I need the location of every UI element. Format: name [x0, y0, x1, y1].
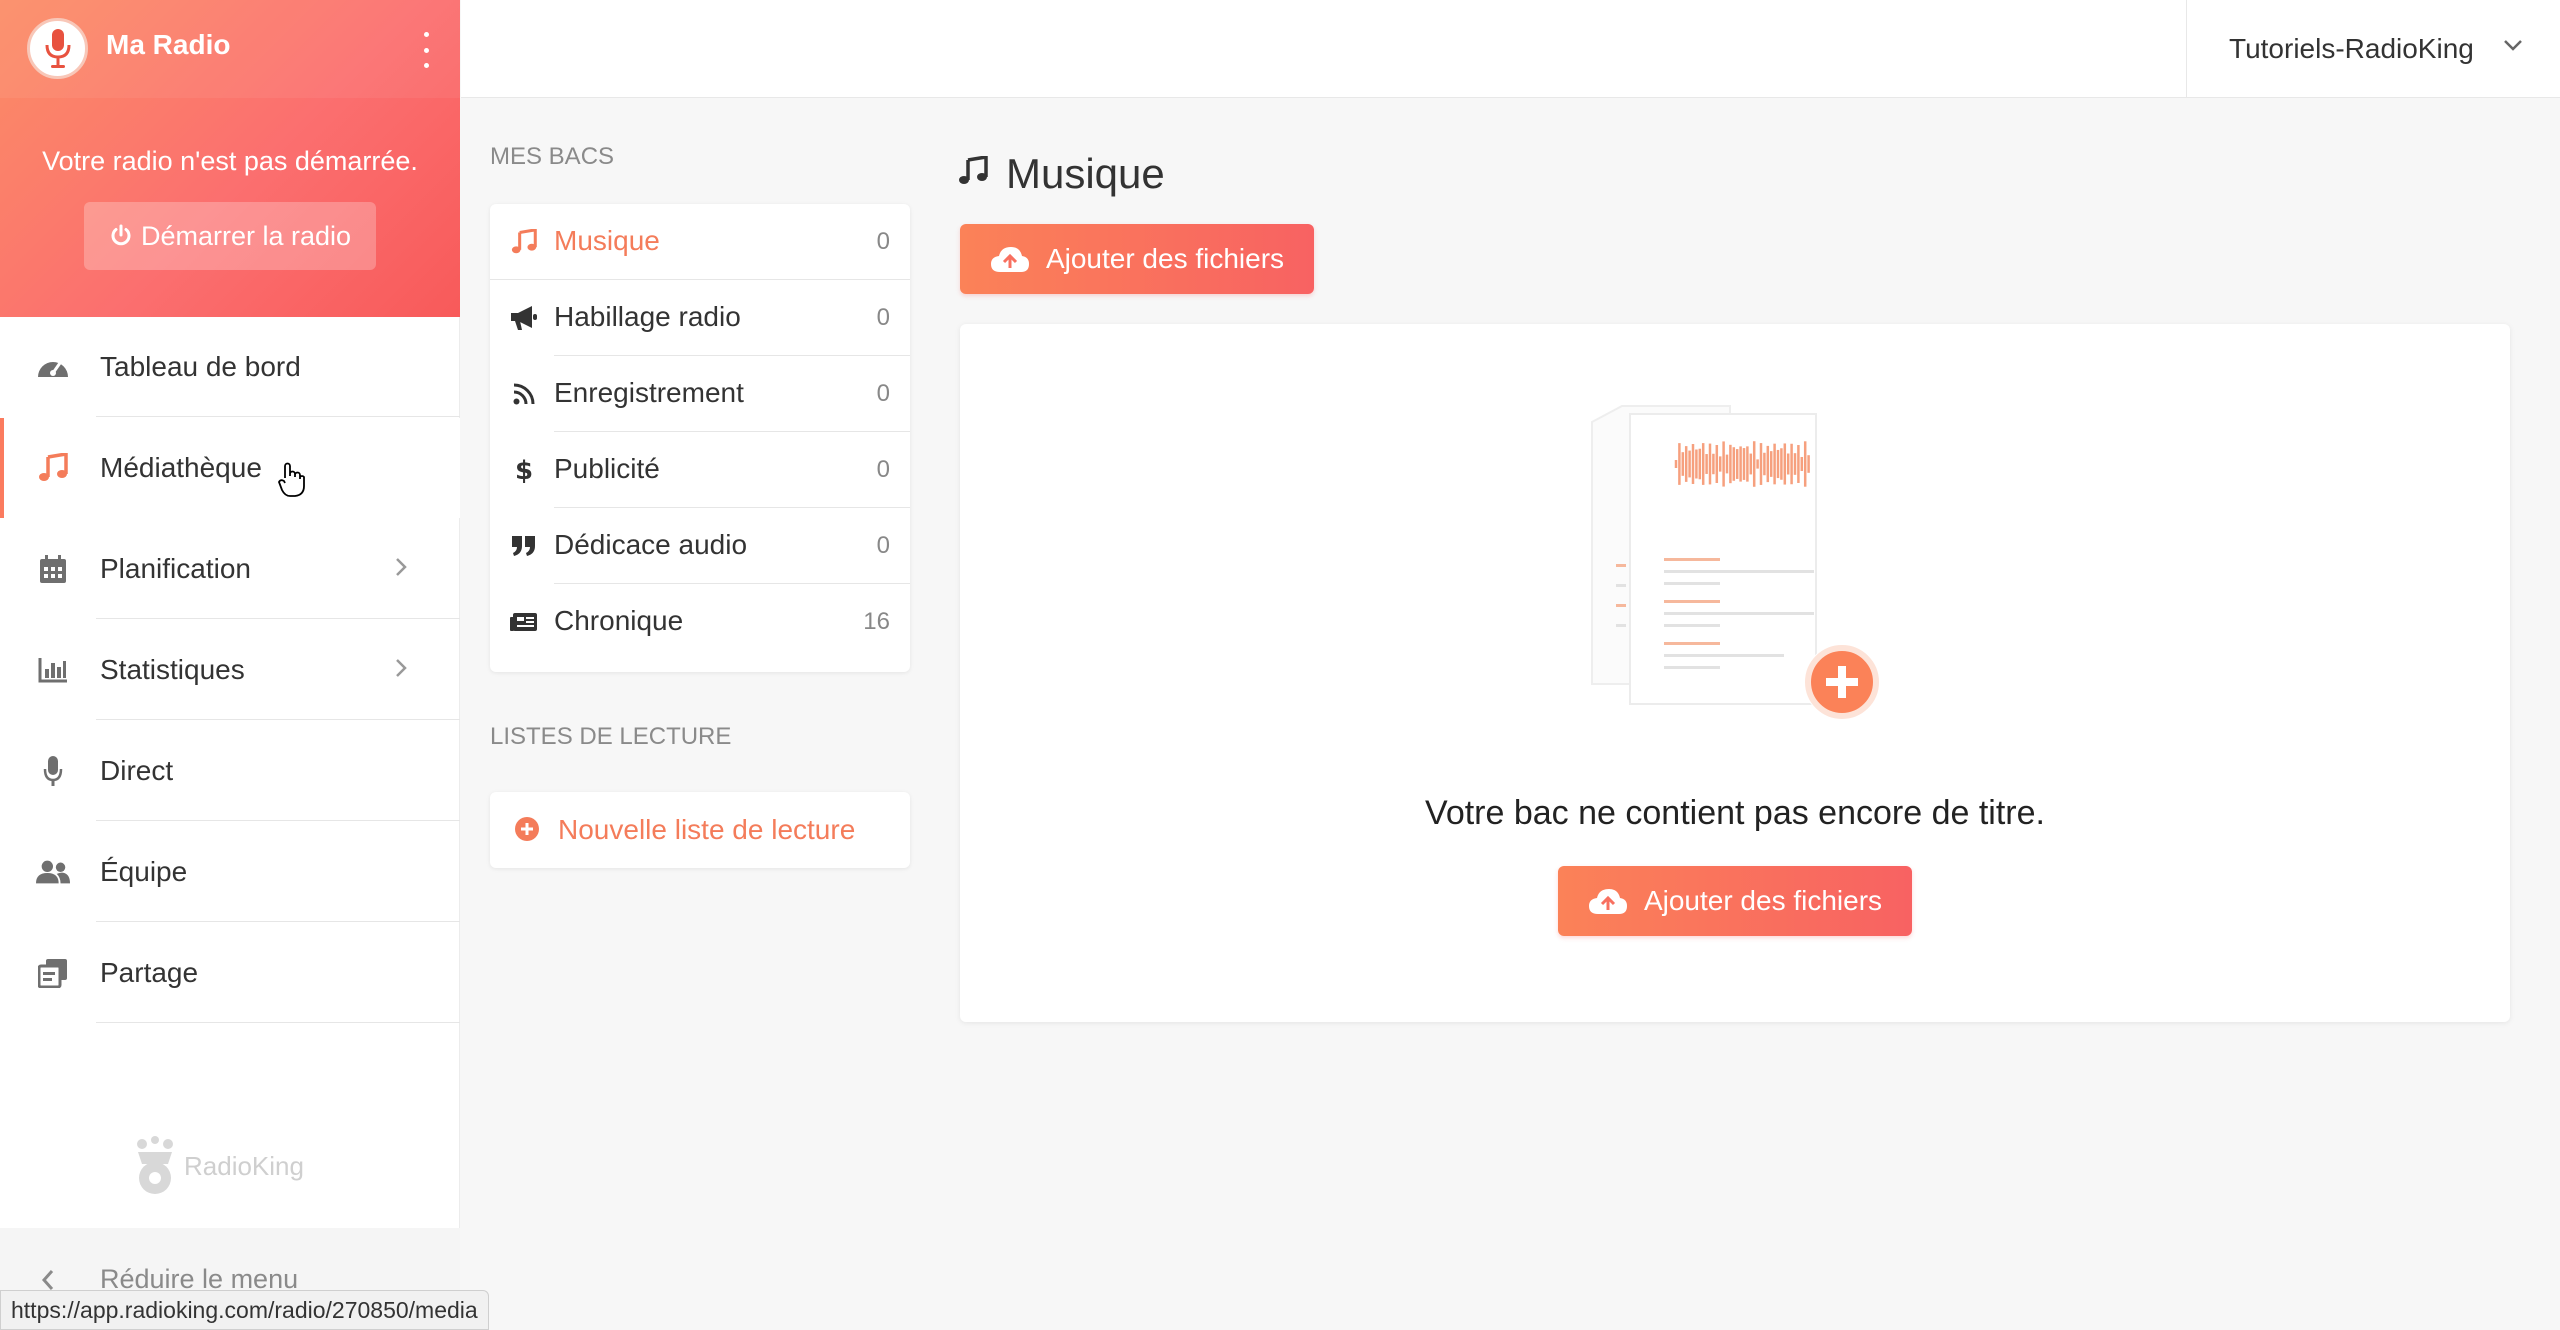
newspaper-icon [508, 606, 540, 638]
microphone-logo-icon [45, 28, 70, 68]
divider [96, 921, 460, 922]
divider [96, 416, 460, 417]
empty-state-message: Votre bac ne contient pas encore de titr… [1425, 794, 2045, 832]
users-icon [36, 855, 70, 889]
bar-chart-icon [36, 653, 70, 687]
add-files-button-empty[interactable]: Ajouter des fichiers [1558, 866, 1912, 936]
megaphone-icon [508, 302, 540, 334]
divider [96, 719, 460, 720]
bin-count: 0 [876, 532, 890, 559]
account-name: Tutoriels-RadioKing [2229, 33, 2474, 64]
nav-item-direct[interactable]: Direct [0, 721, 460, 821]
svg-text:$: $ [515, 456, 533, 484]
quote-icon [508, 530, 540, 562]
bin-count: 16 [863, 608, 890, 635]
radio-avatar[interactable] [27, 18, 88, 79]
power-icon [111, 224, 131, 246]
new-playlist-label: Nouvelle liste de lecture [558, 814, 856, 845]
calendar-icon [36, 552, 70, 586]
empty-state-card: Votre bac ne contient pas encore de titr… [960, 324, 2510, 1022]
nav-item-mediatheque[interactable]: Médiathèque [0, 418, 460, 518]
bin-item-musique[interactable]: Musique 0 [490, 204, 910, 280]
bins-section-title: MES BACS [490, 143, 615, 170]
bin-count: 0 [876, 228, 890, 255]
radioking-logo-text: RadioKing [184, 1150, 304, 1181]
divider [96, 618, 460, 619]
page-title: Musique [1006, 150, 1165, 197]
radio-name[interactable]: Ma Radio [106, 29, 230, 61]
music-note-icon [508, 226, 540, 258]
bin-count: 0 [876, 304, 890, 331]
divider [96, 1022, 460, 1023]
bin-count: 0 [876, 380, 890, 407]
music-note-icon [36, 451, 70, 485]
start-radio-button[interactable]: Démarrer la radio [84, 202, 376, 270]
more-options-icon[interactable] [416, 32, 436, 68]
plus-circle-icon [514, 816, 540, 847]
chevron-down-icon [2503, 38, 2523, 57]
bin-item-publicite[interactable]: $ Publicité 0 [490, 432, 910, 508]
share-icon [36, 956, 70, 990]
status-bar-url: https://app.radioking.com/radio/270850/m… [0, 1290, 489, 1330]
nav-label: Statistiques [100, 654, 245, 685]
radio-status-text: Votre radio n'est pas démarrée. [42, 146, 418, 176]
add-files-label: Ajouter des fichiers [1643, 885, 1883, 916]
nav-item-tableau-de-bord[interactable]: Tableau de bord [0, 317, 460, 417]
bin-label: Enregistrement [554, 377, 744, 408]
rss-icon [508, 378, 540, 410]
bin-item-enregistrement[interactable]: Enregistrement 0 [490, 356, 910, 432]
bins-list: Musique 0 Habillage radio 0 Enregistreme… [490, 204, 910, 672]
bin-item-chronique[interactable]: Chronique 16 [490, 584, 910, 660]
nav-label: Direct [100, 755, 174, 786]
nav-item-equipe[interactable]: Équipe [0, 822, 460, 922]
nav-label: Médiathèque [100, 452, 262, 483]
radioking-logo: RadioKing [130, 1136, 304, 1196]
microphone-icon [36, 754, 70, 788]
account-dropdown[interactable]: Tutoriels-RadioKing [2186, 0, 2560, 98]
chevron-right-icon [394, 657, 408, 684]
dollar-icon: $ [508, 454, 540, 486]
hand-cursor-icon [276, 462, 306, 503]
cloud-upload-icon [1588, 889, 1627, 914]
nav-label: Tableau de bord [100, 351, 301, 382]
cloud-upload-icon [990, 247, 1029, 272]
radioking-crown-icon [137, 1136, 173, 1194]
bin-label: Dédicace audio [554, 529, 748, 560]
bin-count: 0 [876, 456, 890, 483]
chevron-right-icon [394, 556, 408, 583]
bin-label: Habillage radio [554, 301, 741, 332]
add-files-label: Ajouter des fichiers [1045, 243, 1285, 274]
music-note-icon [958, 154, 988, 191]
bin-label: Publicité [554, 453, 660, 484]
empty-files-illustration [1591, 405, 1880, 720]
nav-label: Planification [100, 553, 251, 584]
divider [96, 820, 460, 821]
bin-label: Musique [554, 225, 660, 256]
playlists-section-title: LISTES DE LECTURE [490, 723, 732, 750]
active-indicator [0, 418, 4, 518]
bin-item-habillage-radio[interactable]: Habillage radio 0 [490, 280, 910, 356]
dashboard-icon [36, 350, 70, 384]
bin-label: Chronique [554, 605, 684, 636]
nav-item-planification[interactable]: Planification [0, 519, 460, 619]
new-playlist-button[interactable]: Nouvelle liste de lecture [490, 792, 910, 868]
nav-item-partage[interactable]: Partage [0, 923, 460, 1023]
nav-item-statistiques[interactable]: Statistiques [0, 620, 460, 720]
add-files-button[interactable]: Ajouter des fichiers [960, 224, 1314, 294]
start-radio-label: Démarrer la radio [140, 220, 352, 251]
nav-label: Partage [100, 957, 199, 988]
nav-label: Équipe [100, 856, 188, 887]
bin-item-dedicace-audio[interactable]: Dédicace audio 0 [490, 508, 910, 584]
